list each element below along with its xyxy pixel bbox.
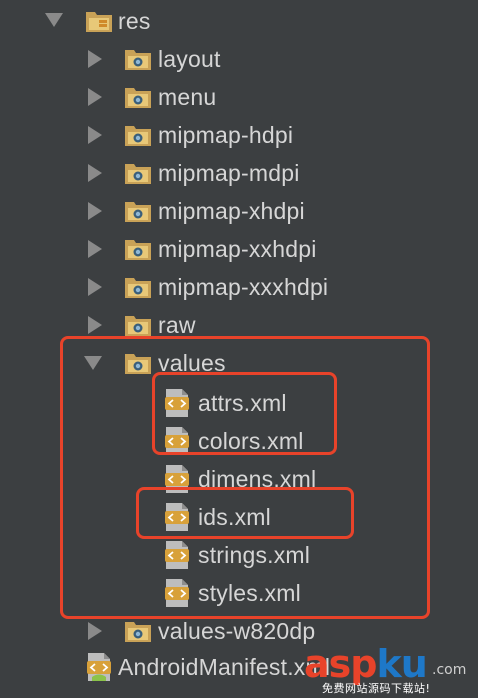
manifest-file-icon bbox=[87, 653, 111, 681]
watermark-com: .com bbox=[432, 662, 467, 678]
folder-icon bbox=[125, 278, 151, 298]
watermark-subtitle: 免费网站源码下载站! bbox=[322, 682, 431, 695]
tree-label-res: res bbox=[118, 8, 151, 34]
expand-arrow-icon[interactable] bbox=[88, 622, 102, 640]
tree-row-mipmap-mdpi[interactable]: mipmap-mdpi bbox=[0, 154, 478, 192]
tree-label-mipmap-hdpi: mipmap-hdpi bbox=[158, 122, 294, 148]
expand-arrow-icon[interactable] bbox=[88, 278, 102, 296]
tree-label-menu: menu bbox=[158, 84, 217, 110]
folder-icon bbox=[125, 164, 151, 184]
expand-arrow-icon[interactable] bbox=[45, 13, 63, 27]
tree-label-raw: raw bbox=[158, 312, 196, 338]
expand-arrow-icon[interactable] bbox=[88, 240, 102, 258]
expand-arrow-icon[interactable] bbox=[88, 164, 102, 182]
expand-arrow-icon[interactable] bbox=[88, 126, 102, 144]
expand-arrow-icon[interactable] bbox=[88, 50, 102, 68]
tree-label-values-w820dp: values-w820dp bbox=[158, 618, 316, 644]
folder-icon bbox=[125, 202, 151, 222]
expand-arrow-icon[interactable] bbox=[88, 316, 102, 334]
resource-folder-icon bbox=[86, 12, 112, 32]
tree-row-mipmap-xxhdpi[interactable]: mipmap-xxhdpi bbox=[0, 230, 478, 268]
tree-label-mipmap-xxxhdpi: mipmap-xxxhdpi bbox=[158, 274, 329, 300]
highlight-box-ids bbox=[136, 487, 354, 539]
expand-arrow-icon[interactable] bbox=[88, 202, 102, 220]
tree-row-mipmap-xhdpi[interactable]: mipmap-xhdpi bbox=[0, 192, 478, 230]
tree-row-mipmap-hdpi[interactable]: mipmap-hdpi bbox=[0, 116, 478, 154]
tree-row-menu[interactable]: menu bbox=[0, 78, 478, 116]
tree-label-mipmap-xhdpi: mipmap-xhdpi bbox=[158, 198, 305, 224]
tree-row-res[interactable]: res bbox=[0, 2, 478, 40]
expand-arrow-icon[interactable] bbox=[88, 88, 102, 106]
folder-icon bbox=[125, 316, 151, 336]
folder-icon bbox=[125, 50, 151, 70]
tree-label-mipmap-xxhdpi: mipmap-xxhdpi bbox=[158, 236, 317, 262]
folder-icon bbox=[125, 88, 151, 108]
folder-icon bbox=[125, 622, 151, 642]
tree-row-layout[interactable]: layout bbox=[0, 40, 478, 78]
watermark-logo: aspku .com 免费网站源码下载站! bbox=[304, 642, 472, 695]
folder-icon bbox=[125, 126, 151, 146]
highlight-box-attrs-colors bbox=[152, 372, 337, 455]
tree-label-android-manifest: AndroidManifest.xml bbox=[118, 654, 331, 680]
folder-icon bbox=[125, 240, 151, 260]
tree-label-mipmap-mdpi: mipmap-mdpi bbox=[158, 160, 300, 186]
tree-row-mipmap-xxxhdpi[interactable]: mipmap-xxxhdpi bbox=[0, 268, 478, 306]
tree-label-layout: layout bbox=[158, 46, 221, 72]
